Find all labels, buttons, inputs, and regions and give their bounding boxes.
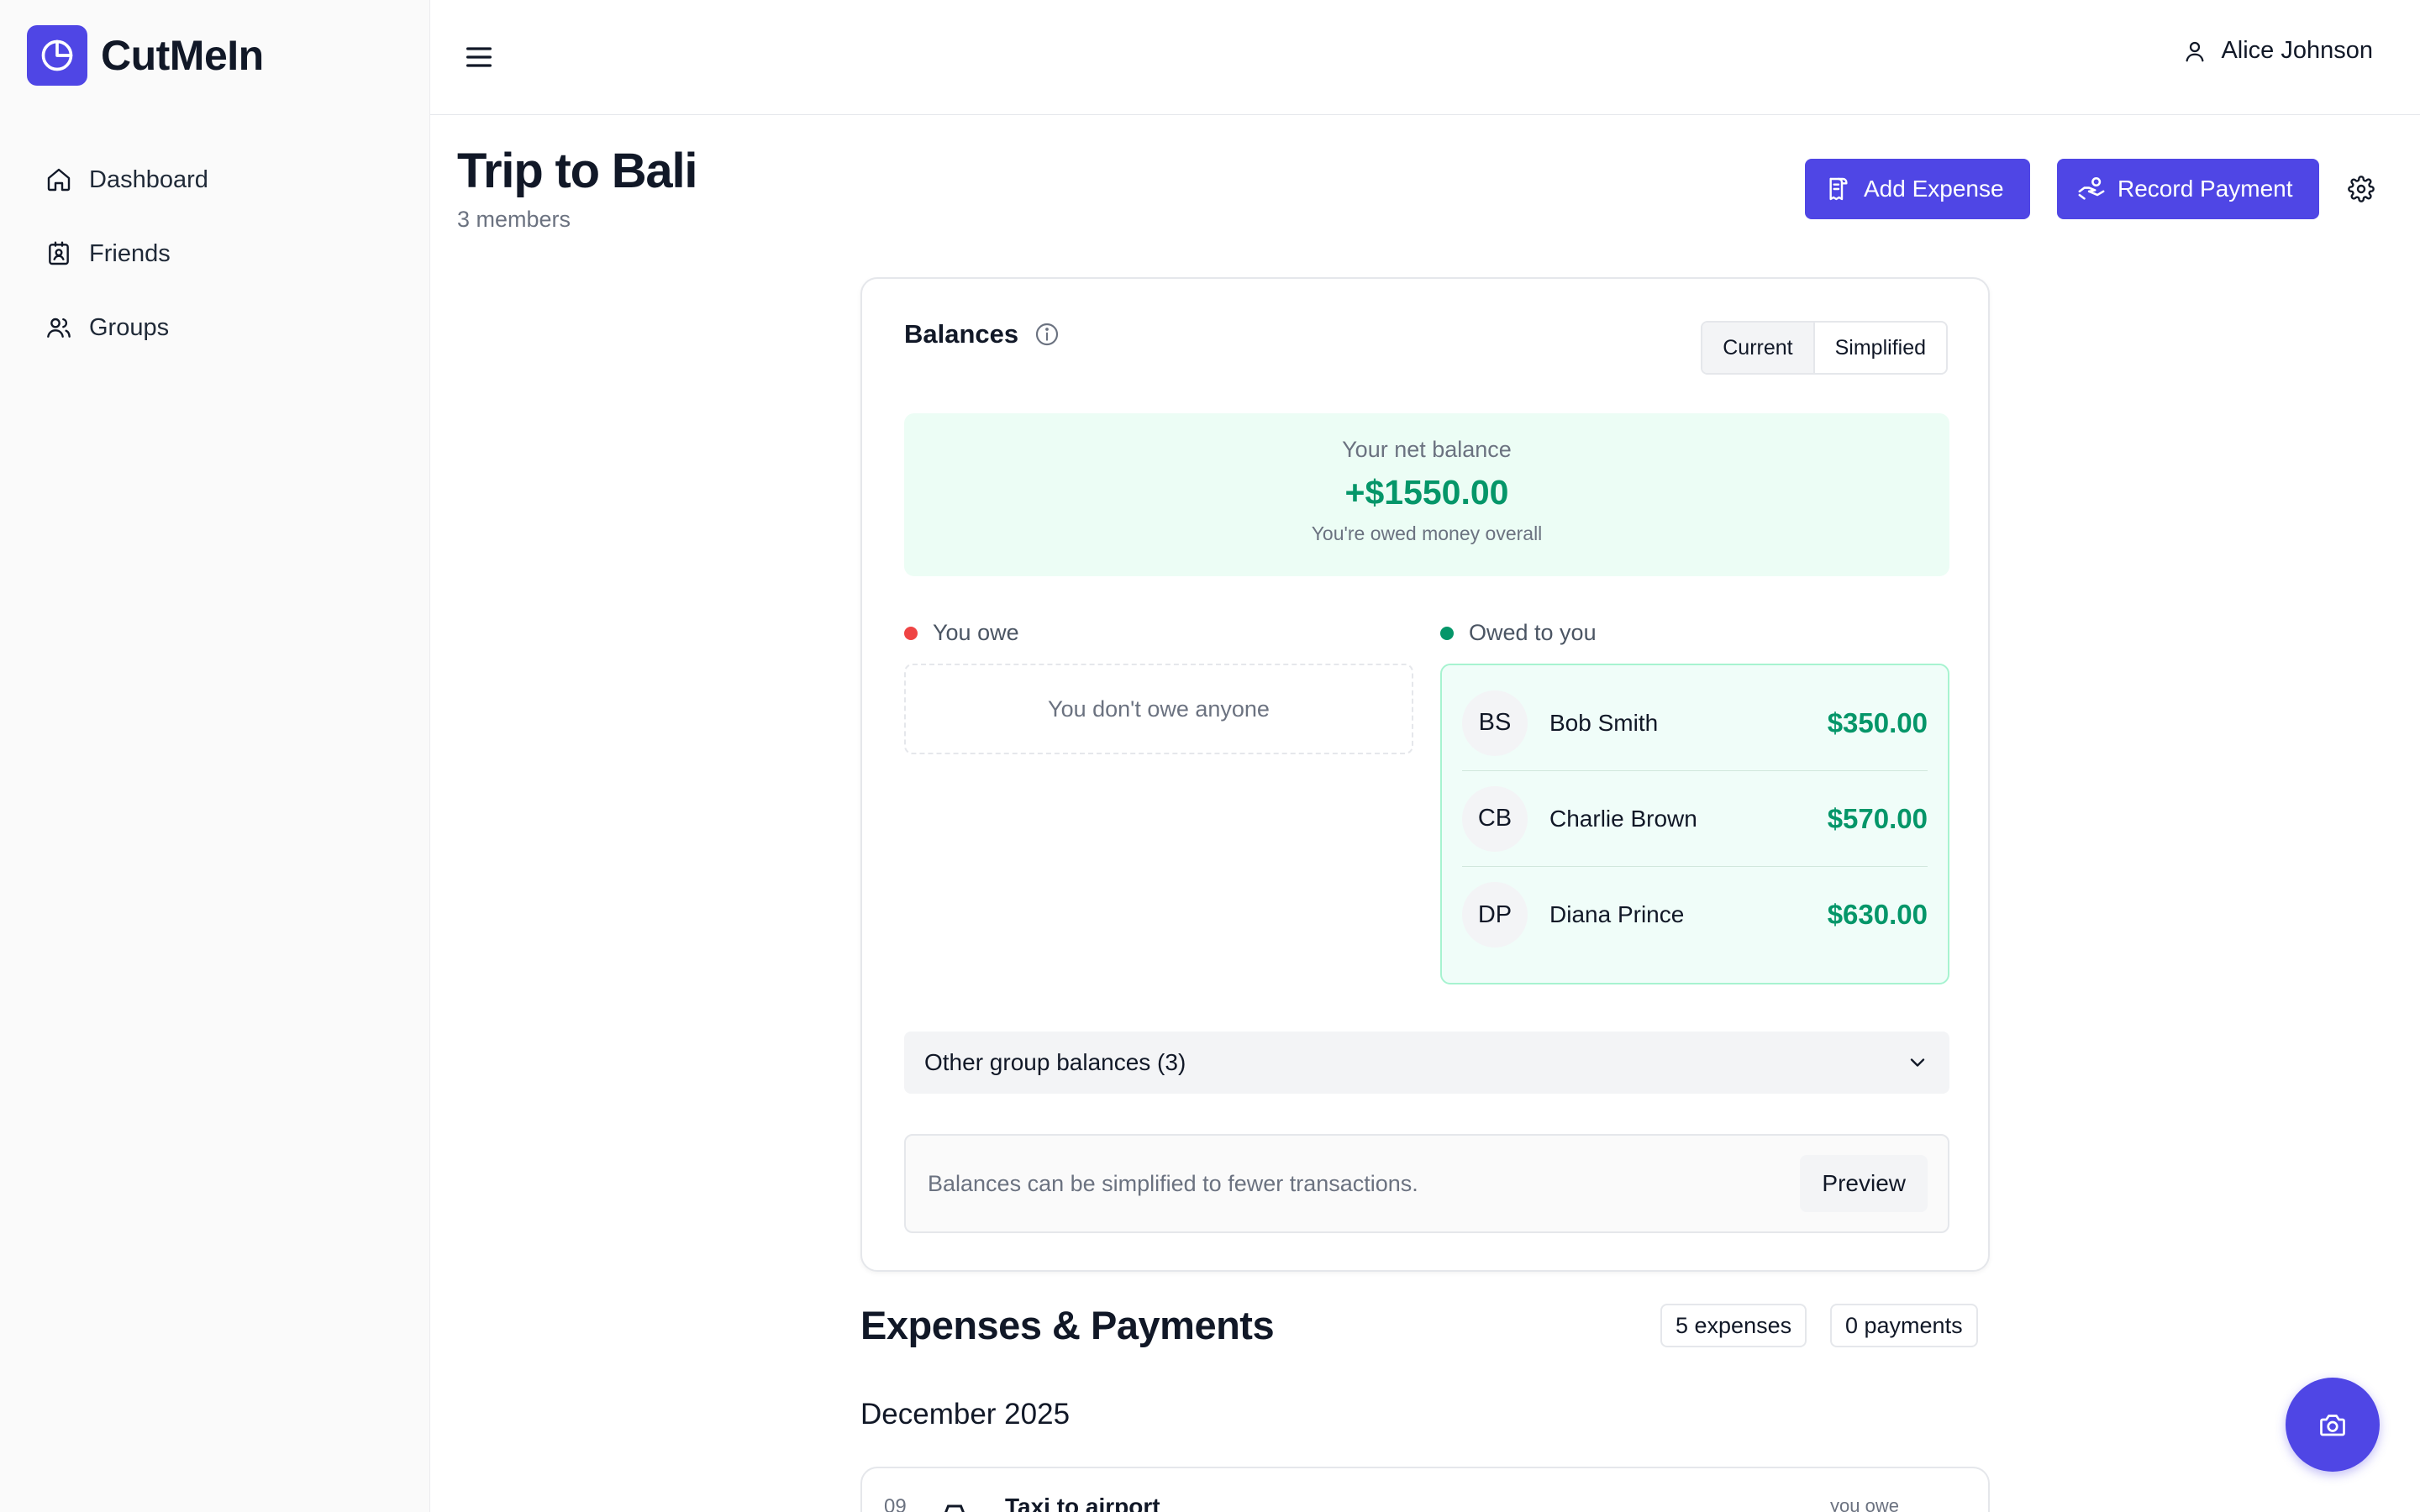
green-status-dot — [1440, 626, 1454, 640]
user-name: Alice Johnson — [2221, 37, 2373, 64]
page-title: Trip to Bali — [457, 144, 697, 198]
list-item[interactable]: DP Diana Prince $630.00 — [1462, 867, 1928, 963]
contact-icon — [49, 241, 69, 265]
balances-heading: Balances — [904, 319, 1060, 349]
menu-button[interactable] — [459, 37, 499, 77]
list-item[interactable]: CB Charlie Brown $570.00 — [1462, 771, 1928, 867]
owed-amount: $630.00 — [1827, 899, 1928, 930]
user-menu[interactable]: Alice Johnson — [2182, 37, 2373, 65]
owed-amount: $350.00 — [1827, 706, 1928, 738]
preview-button[interactable]: Preview — [1800, 1155, 1928, 1212]
you-owe-empty-state: You don't owe anyone — [904, 664, 1413, 754]
info-icon[interactable] — [1034, 321, 1060, 348]
balances-title: Balances — [904, 319, 1019, 349]
chevron-down-icon — [1910, 1058, 1925, 1067]
app-root: CutMeIn Dashboard Friends Groups Alice J… — [0, 0, 2420, 1512]
users-icon — [47, 318, 71, 338]
home-icon — [47, 168, 71, 192]
sidebar-nav: Dashboard Friends Groups — [27, 146, 403, 368]
payments-count-badge: 0 payments — [1830, 1304, 1978, 1347]
owed-amount: $570.00 — [1827, 802, 1928, 834]
you-owe-label: You owe — [933, 620, 1019, 645]
owed-to-you-heading: Owed to you — [1440, 620, 1597, 646]
sidebar-item-dashboard[interactable]: Dashboard — [27, 146, 403, 213]
net-balance-label: Your net balance — [1342, 437, 1512, 462]
list-item[interactable]: BS Bob Smith $350.00 — [1462, 675, 1928, 771]
avatar: DP — [1462, 882, 1528, 948]
scan-receipt-button[interactable] — [2286, 1378, 2380, 1472]
sidebar-item-friends[interactable]: Friends — [27, 220, 403, 287]
car-icon — [944, 1504, 965, 1512]
record-payment-label: Record Payment — [2118, 176, 2293, 202]
camera-icon — [2320, 1415, 2345, 1436]
sidebar: CutMeIn Dashboard Friends Groups — [0, 0, 430, 1512]
settings-button[interactable] — [2344, 172, 2378, 206]
net-balance-panel: Your net balance +$1550.00 You're owed m… — [904, 413, 1949, 576]
expenses-heading: Expenses & Payments — [860, 1303, 1275, 1347]
other-group-balances-label: Other group balances (3) — [924, 1049, 1186, 1075]
sidebar-item-groups[interactable]: Groups — [27, 294, 403, 361]
net-balance-note: You're owed money overall — [1311, 522, 1543, 544]
topbar: Alice Johnson — [430, 0, 2420, 115]
simplify-text: Balances can be simplified to fewer tran… — [928, 1170, 1418, 1196]
gear-icon — [2348, 176, 2375, 202]
member-name: Bob Smith — [1549, 709, 1659, 736]
red-status-dot — [904, 626, 918, 640]
pie-chart-logo-icon — [27, 25, 87, 86]
member-name: Diana Prince — [1549, 901, 1685, 927]
simplify-banner: Balances can be simplified to fewer tran… — [904, 1134, 1949, 1233]
add-expense-label: Add Expense — [1864, 176, 2004, 202]
add-expense-button[interactable]: Add Expense — [1805, 159, 2030, 219]
expenses-count-badge: 5 expenses — [1660, 1304, 1807, 1347]
other-group-balances-accordion[interactable]: Other group balances (3) — [904, 1032, 1949, 1094]
sidebar-item-label: Dashboard — [89, 165, 208, 193]
avatar: BS — [1462, 690, 1528, 756]
expense-name: Taxi to airport — [1005, 1494, 1160, 1512]
toggle-simplified[interactable]: Simplified — [1815, 323, 1946, 373]
balance-view-toggle: Current Simplified — [1701, 321, 1948, 375]
expense-day: 09 — [884, 1495, 907, 1512]
brand-name: CutMeIn — [101, 32, 264, 79]
expense-status: you owe — [1830, 1495, 1899, 1512]
net-balance-amount: +$1550.00 — [1344, 473, 1509, 512]
hamburger-menu-icon — [466, 47, 492, 67]
avatar: CB — [1462, 785, 1528, 852]
sidebar-item-label: Groups — [89, 313, 170, 341]
member-name: Charlie Brown — [1549, 805, 1697, 832]
hand-coins-icon — [2078, 176, 2105, 200]
brand[interactable]: CutMeIn — [27, 25, 264, 86]
owed-to-you-label: Owed to you — [1469, 620, 1597, 645]
expense-row[interactable]: 09 Taxi to airport you owe — [860, 1467, 1990, 1512]
receipt-icon — [1829, 177, 1848, 201]
toggle-current[interactable]: Current — [1702, 323, 1815, 373]
month-heading: December 2025 — [860, 1398, 1071, 1431]
record-payment-button[interactable]: Record Payment — [2057, 159, 2319, 219]
owed-to-you-list: BS Bob Smith $350.00 CB Charlie Brown $5… — [1440, 664, 1949, 984]
you-owe-heading: You owe — [904, 620, 1019, 646]
sidebar-item-label: Friends — [89, 239, 171, 267]
member-count: 3 members — [457, 207, 571, 232]
user-icon — [2186, 41, 2204, 61]
balances-card: Balances Current Simplified Your net bal… — [860, 277, 1990, 1272]
